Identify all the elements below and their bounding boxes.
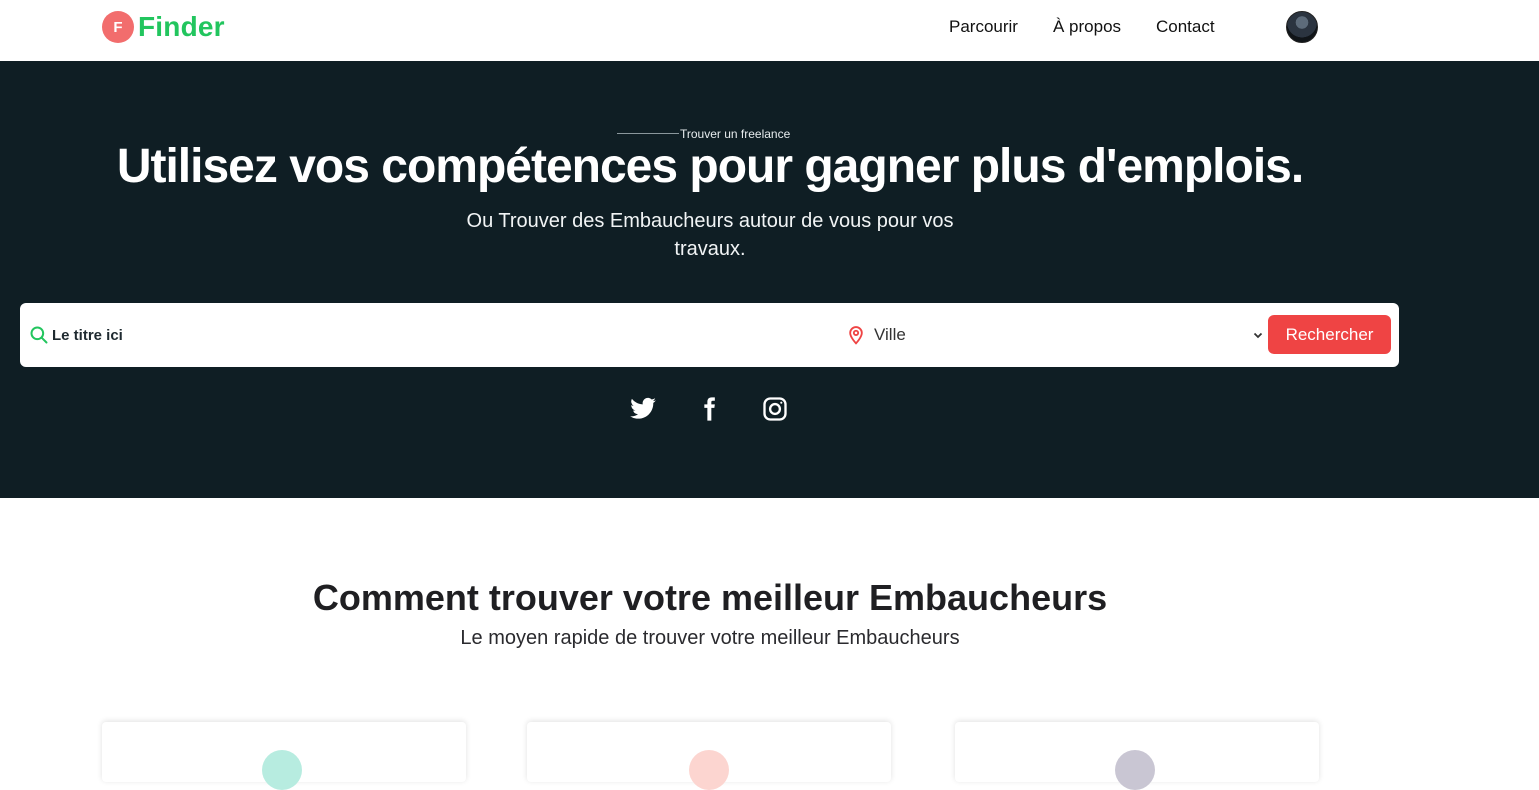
nav-link-a-propos[interactable]: À propos: [1053, 17, 1121, 37]
facebook-icon[interactable]: [695, 395, 723, 423]
step-card: [102, 722, 466, 790]
title-search-input[interactable]: [52, 321, 832, 349]
city-select-value: Ville: [874, 325, 906, 344]
nav-link-parcourir[interactable]: Parcourir: [949, 17, 1018, 37]
city-select[interactable]: Ville: [874, 321, 1264, 349]
top-navbar: F Finder Parcourir À propos Contact: [0, 0, 1539, 61]
location-pin-icon: [849, 326, 863, 345]
hero-subtitle: Ou Trouver des Embaucheurs autour de vou…: [466, 210, 954, 260]
search-bar: Ville Rechercher: [20, 303, 1399, 367]
logo-badge: F: [102, 11, 134, 43]
twitter-icon[interactable]: [629, 395, 657, 423]
hero-title: Utilisez vos compétences pour gagner plu…: [116, 140, 1304, 193]
search-button[interactable]: Rechercher: [1268, 315, 1391, 354]
hero-section: Trouver un freelance Utilisez vos compét…: [0, 61, 1539, 498]
section-title: Comment trouver votre meilleur Embaucheu…: [312, 577, 1108, 618]
logo-text: Finder: [138, 11, 225, 42]
step-card: [527, 722, 891, 790]
search-icon: [30, 326, 48, 344]
step-card: [955, 722, 1319, 790]
instagram-icon[interactable]: [761, 395, 789, 423]
avatar[interactable]: [1286, 11, 1318, 43]
step-icon: [1115, 750, 1155, 790]
step-icon: [262, 750, 302, 790]
eyebrow-line: [617, 133, 679, 134]
nav-link-contact[interactable]: Contact: [1156, 17, 1215, 37]
section-subtitle: Le moyen rapide de trouver votre meilleu…: [460, 627, 960, 649]
step-icon: [689, 750, 729, 790]
logo[interactable]: F Finder: [102, 11, 225, 43]
chevron-down-icon: [1253, 332, 1263, 339]
